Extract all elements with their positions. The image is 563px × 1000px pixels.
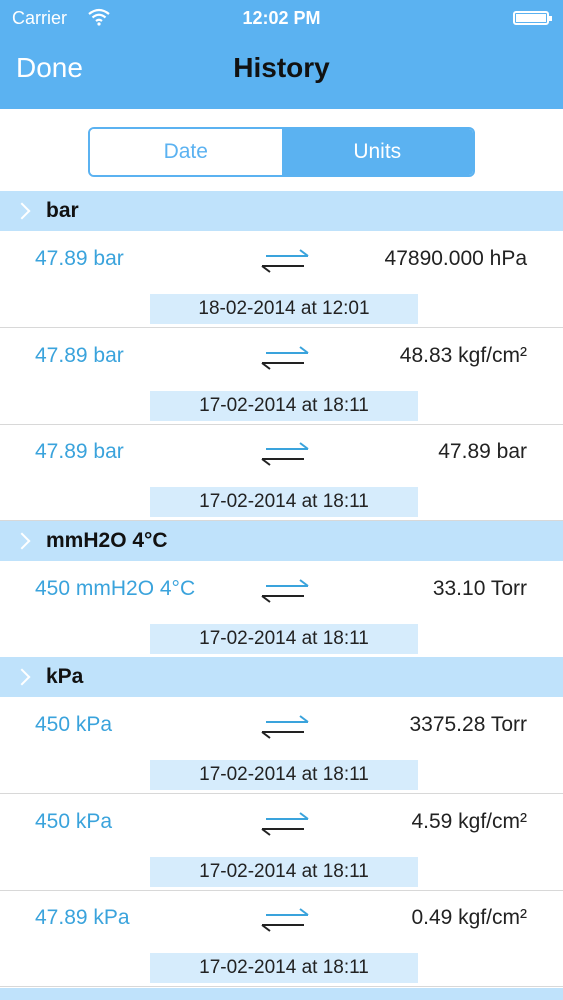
history-row[interactable]: 47.89 bar 48.83 kgf/cm² 17-02-2014 at 18… [0,328,563,425]
history-row[interactable]: 450 kPa 3375.28 Torr 17-02-2014 at 18:11 [0,697,563,794]
history-row[interactable]: 450 mmH2O 4°C 33.10 Torr 17-02-2014 at 1… [0,561,563,658]
section-header-mmh2o[interactable]: mmH2O 4°C [0,521,563,561]
navigation-header: Carrier 12:02 PM Done History [0,0,563,109]
timestamp-badge: 17-02-2014 at 18:11 [150,953,418,983]
to-value: 33.10 Torr [432,577,527,600]
section-header-next[interactable] [0,988,563,1000]
swap-arrows-icon [258,438,312,470]
chevron-right-icon [13,532,31,550]
section-title: mmH2O 4°C [46,529,168,552]
swap-arrows-icon [258,808,312,840]
from-value: 450 kPa [35,810,113,833]
swap-arrows-icon [258,342,312,374]
to-value: 48.83 kgf/cm² [399,344,527,367]
swap-arrows-icon [258,904,312,936]
history-row[interactable]: 47.89 bar 47890.000 hPa 18-02-2014 at 12… [0,231,563,328]
battery-icon [513,11,552,25]
from-value: 47.89 bar [35,344,124,367]
history-row[interactable]: 47.89 kPa 0.49 kgf/cm² 17-02-2014 at 18:… [0,890,563,987]
segment-date[interactable]: Date [90,129,282,175]
status-time: 12:02 PM [242,8,321,28]
section-header-kpa[interactable]: kPa [0,657,563,697]
sort-segmented-control: Date Units [88,127,475,177]
swap-arrows-icon [258,575,312,607]
to-value: 4.59 kgf/cm² [411,810,527,833]
from-value: 450 kPa [35,713,113,736]
to-value: 3375.28 Torr [409,713,527,736]
timestamp-badge: 17-02-2014 at 18:11 [150,857,418,887]
section-title: kPa [46,665,84,688]
timestamp-badge: 18-02-2014 at 12:01 [150,294,418,324]
section-title: bar [46,199,79,222]
chevron-right-icon [13,668,31,686]
history-row[interactable]: 47.89 bar 47.89 bar 17-02-2014 at 18:11 [0,424,563,521]
status-bar: Carrier 12:02 PM [0,6,563,32]
history-row[interactable]: 450 kPa 4.59 kgf/cm² 17-02-2014 at 18:11 [0,794,563,891]
swap-arrows-icon [258,245,312,277]
from-value: 450 mmH2O 4°C [35,577,196,600]
from-value: 47.89 bar [35,247,124,270]
to-value: 47.89 bar [438,440,527,463]
from-value: 47.89 kPa [35,906,130,929]
from-value: 47.89 bar [35,440,124,463]
timestamp-badge: 17-02-2014 at 18:11 [150,487,418,517]
timestamp-badge: 17-02-2014 at 18:11 [150,624,418,654]
chevron-right-icon [13,202,31,220]
timestamp-badge: 17-02-2014 at 18:11 [150,760,418,790]
to-value: 47890.000 hPa [384,247,527,270]
to-value: 0.49 kgf/cm² [411,906,527,929]
section-header-bar[interactable]: bar [0,191,563,231]
page-title: History [233,52,330,83]
timestamp-badge: 17-02-2014 at 18:11 [150,391,418,421]
segment-units[interactable]: Units [281,129,473,175]
swap-arrows-icon [258,711,312,743]
